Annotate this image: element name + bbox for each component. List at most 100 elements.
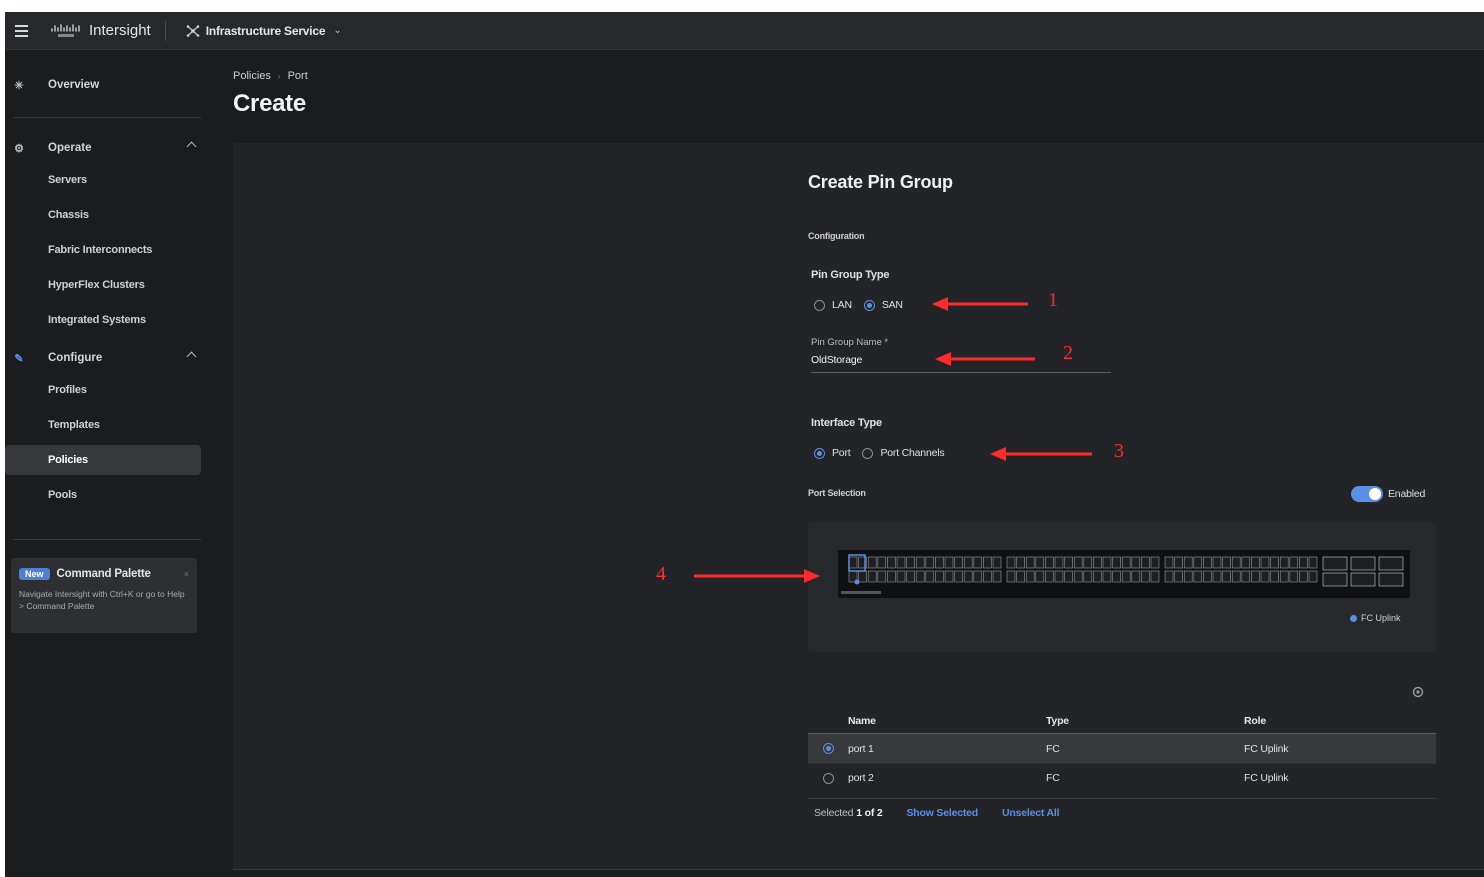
enabled-toggle[interactable] — [1351, 486, 1383, 502]
switch-port[interactable] — [935, 556, 944, 569]
switch-port[interactable] — [1150, 556, 1160, 569]
switch-port[interactable] — [1150, 570, 1160, 583]
switch-port[interactable] — [1045, 570, 1054, 583]
switch-port[interactable] — [877, 570, 887, 583]
switch-port[interactable] — [1112, 570, 1121, 583]
switch-port[interactable] — [1006, 556, 1016, 569]
table-row[interactable]: port 2 FC FC Uplink — [808, 763, 1436, 792]
switch-port[interactable] — [1378, 572, 1404, 587]
switch-port[interactable] — [1378, 556, 1404, 571]
switch-port[interactable] — [1174, 570, 1183, 583]
switch-port[interactable] — [1121, 570, 1131, 583]
switch-port[interactable] — [1299, 570, 1308, 583]
switch-port[interactable] — [973, 556, 983, 569]
switch-port[interactable] — [1121, 556, 1131, 569]
sidebar-item-chassis[interactable]: Chassis — [5, 200, 201, 230]
switch-port[interactable] — [877, 556, 887, 569]
sidebar-group-configure[interactable]: ✎ Configure — [5, 346, 201, 370]
switch-port[interactable] — [983, 570, 992, 583]
switch-port[interactable] — [887, 570, 896, 583]
sidebar-group-operate[interactable]: ⚙ Operate — [5, 136, 201, 160]
switch-port[interactable] — [887, 556, 896, 569]
switch-port[interactable] — [915, 570, 925, 583]
column-name[interactable]: Name — [848, 715, 1046, 727]
sidebar-item-hyperflex-clusters[interactable]: HyperFlex Clusters — [5, 270, 201, 300]
switch-port[interactable] — [954, 570, 963, 583]
switch-port[interactable] — [1308, 570, 1318, 583]
switch-port[interactable] — [1141, 570, 1150, 583]
radio-san-label[interactable]: SAN — [882, 299, 903, 311]
breadcrumb-port[interactable]: Port — [288, 70, 308, 82]
switch-port[interactable] — [1025, 570, 1035, 583]
sidebar-item-pools[interactable]: Pools — [5, 480, 201, 510]
switch-port[interactable] — [1083, 570, 1093, 583]
switch-port[interactable] — [992, 556, 1002, 569]
column-role[interactable]: Role — [1244, 715, 1436, 727]
switch-port[interactable] — [935, 570, 944, 583]
switch-port[interactable] — [1350, 572, 1376, 587]
switch-port[interactable] — [1260, 570, 1270, 583]
switch-port[interactable] — [1193, 570, 1203, 583]
switch-port[interactable] — [1231, 556, 1241, 569]
switch-port[interactable] — [1222, 570, 1231, 583]
switch-port[interactable] — [1045, 556, 1054, 569]
switch-port[interactable] — [1131, 570, 1141, 583]
switch-port[interactable] — [858, 570, 867, 583]
table-row[interactable]: port 1 FC FC Uplink — [808, 734, 1436, 763]
switch-port[interactable] — [1035, 556, 1045, 569]
switch-port[interactable] — [963, 570, 973, 583]
unselect-all-link[interactable]: Unselect All — [1002, 807, 1060, 819]
switch-port[interactable] — [1016, 570, 1025, 583]
switch-port[interactable] — [925, 556, 935, 569]
sidebar-item-policies[interactable]: Policies — [5, 445, 201, 475]
switch-port[interactable] — [1073, 570, 1083, 583]
switch-port[interactable] — [1193, 556, 1203, 569]
switch-port[interactable] — [1054, 570, 1064, 583]
column-type[interactable]: Type — [1046, 715, 1244, 727]
switch-port[interactable] — [1222, 556, 1231, 569]
radio-lan-label[interactable]: LAN — [832, 299, 852, 311]
switch-port[interactable] — [1289, 556, 1299, 569]
switch-port[interactable] — [1083, 556, 1093, 569]
switch-port[interactable] — [915, 556, 925, 569]
switch-port[interactable] — [1064, 556, 1073, 569]
switch-port[interactable] — [954, 556, 963, 569]
settings-gear-icon[interactable] — [1411, 685, 1425, 699]
switch-port[interactable] — [1025, 556, 1035, 569]
switch-port[interactable] — [1322, 572, 1348, 587]
switch-port[interactable] — [983, 556, 992, 569]
switch-port[interactable] — [1093, 556, 1102, 569]
switch-port[interactable] — [1073, 556, 1083, 569]
switch-port[interactable] — [1183, 556, 1193, 569]
sidebar-item-profiles[interactable]: Profiles — [5, 375, 201, 405]
switch-port[interactable] — [1251, 570, 1260, 583]
switch-port[interactable] — [1112, 556, 1121, 569]
switch-faceplate[interactable] — [837, 549, 1411, 599]
show-selected-link[interactable]: Show Selected — [907, 807, 979, 819]
breadcrumb-policies[interactable]: Policies — [233, 70, 271, 82]
sidebar-item-servers[interactable]: Servers — [5, 165, 201, 195]
switch-port[interactable] — [1102, 556, 1112, 569]
switch-port[interactable] — [1183, 570, 1193, 583]
switch-port[interactable] — [848, 556, 858, 569]
switch-port[interactable] — [1054, 556, 1064, 569]
switch-port[interactable] — [906, 570, 915, 583]
switch-port[interactable] — [1299, 556, 1308, 569]
switch-port[interactable] — [1035, 570, 1045, 583]
switch-port[interactable] — [1212, 556, 1222, 569]
close-icon[interactable]: × — [184, 569, 189, 579]
sidebar-item-overview[interactable]: ✳ Overview — [5, 72, 201, 98]
sidebar-item-fabric-interconnects[interactable]: Fabric Interconnects — [5, 235, 201, 265]
switch-port[interactable] — [1251, 556, 1260, 569]
sidebar-item-templates[interactable]: Templates — [5, 410, 201, 440]
switch-port[interactable] — [963, 556, 973, 569]
switch-port[interactable] — [1016, 556, 1025, 569]
switch-port[interactable] — [1260, 556, 1270, 569]
switch-port[interactable] — [1174, 556, 1183, 569]
switch-port[interactable] — [896, 570, 906, 583]
switch-port[interactable] — [1006, 570, 1016, 583]
switch-port[interactable] — [944, 570, 954, 583]
radio-port-channels[interactable] — [862, 447, 874, 459]
switch-port[interactable] — [1131, 556, 1141, 569]
radio-port-label[interactable]: Port — [832, 447, 851, 459]
